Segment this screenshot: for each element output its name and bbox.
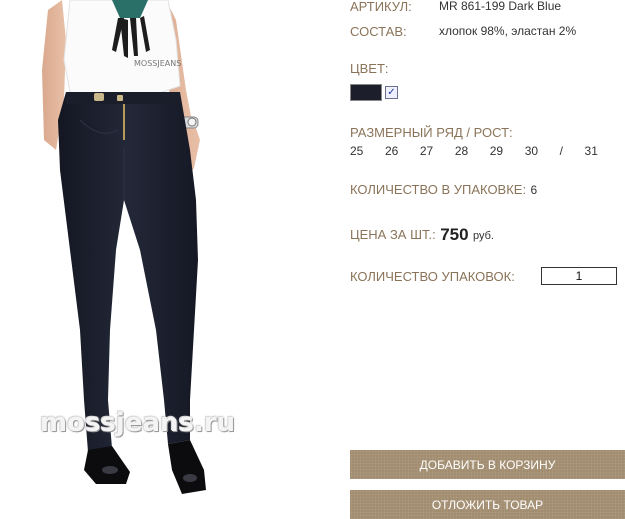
packs-row: КОЛИЧЕСТВО УПАКОВОК: bbox=[350, 268, 515, 286]
size-value: 29 bbox=[489, 144, 504, 158]
size-row: РАЗМЕРНЫЙ РЯД / РОСТ: bbox=[350, 124, 513, 142]
size-list: 25 26 27 28 29 30 / 31 bbox=[350, 144, 598, 158]
size-value: 27 bbox=[419, 144, 434, 158]
size-value: 26 bbox=[384, 144, 399, 158]
watermark-text: mossjeans.ru bbox=[40, 408, 236, 438]
packs-label: КОЛИЧЕСТВО УПАКОВОК: bbox=[350, 269, 515, 284]
pack-qty-label: КОЛИЧЕСТВО В УПАКОВКЕ: bbox=[350, 182, 527, 197]
size-value: 25 bbox=[350, 144, 364, 158]
color-checkbox[interactable]: ✓ bbox=[385, 86, 398, 99]
color-row: ЦВЕТ: bbox=[350, 60, 389, 78]
size-value: 30 bbox=[524, 144, 539, 158]
price-row: ЦЕНА ЗА ШТ.: 750 руб. bbox=[350, 224, 494, 244]
price-label: ЦЕНА ЗА ШТ.: bbox=[350, 227, 436, 242]
size-separator: / bbox=[559, 144, 563, 158]
size-value: 31 bbox=[584, 144, 598, 158]
color-option[interactable]: ✓ bbox=[350, 84, 398, 101]
size-value: 28 bbox=[454, 144, 469, 158]
color-swatch[interactable] bbox=[350, 84, 382, 101]
product-details: АРТИКУЛ: MR 861-199 Dark Blue СОСТАВ: хл… bbox=[350, 0, 625, 519]
add-to-cart-button[interactable]: ДОБАВИТЬ В КОРЗИНУ bbox=[350, 450, 625, 479]
article-label: АРТИКУЛ: bbox=[350, 0, 412, 14]
price-value: 750 bbox=[440, 225, 469, 244]
postpone-button[interactable]: ОТЛОЖИТЬ ТОВАР bbox=[350, 490, 625, 519]
pack-qty-value: 6 bbox=[530, 183, 538, 197]
composition-label: СОСТАВ: bbox=[350, 24, 407, 39]
product-photo[interactable]: MOSSJEANS mossjeans.ru bbox=[0, 0, 335, 519]
model-illustration: MOSSJEANS bbox=[42, 0, 206, 494]
article-row: АРТИКУЛ: MR 861-199 Dark Blue bbox=[350, 0, 561, 16]
composition-value: хлопок 98%, эластан 2% bbox=[439, 24, 577, 38]
color-label: ЦВЕТ: bbox=[350, 61, 389, 76]
composition-row: СОСТАВ: хлопок 98%, эластан 2% bbox=[350, 23, 576, 41]
article-value: MR 861-199 Dark Blue bbox=[439, 0, 562, 13]
price-unit: руб. bbox=[473, 230, 494, 242]
pack-qty-row: КОЛИЧЕСТВО В УПАКОВКЕ: 6 bbox=[350, 181, 537, 199]
packs-quantity-input[interactable] bbox=[541, 267, 617, 285]
size-label: РАЗМЕРНЫЙ РЯД / РОСТ: bbox=[350, 125, 513, 140]
svg-text:MOSSJEANS: MOSSJEANS bbox=[134, 59, 181, 68]
